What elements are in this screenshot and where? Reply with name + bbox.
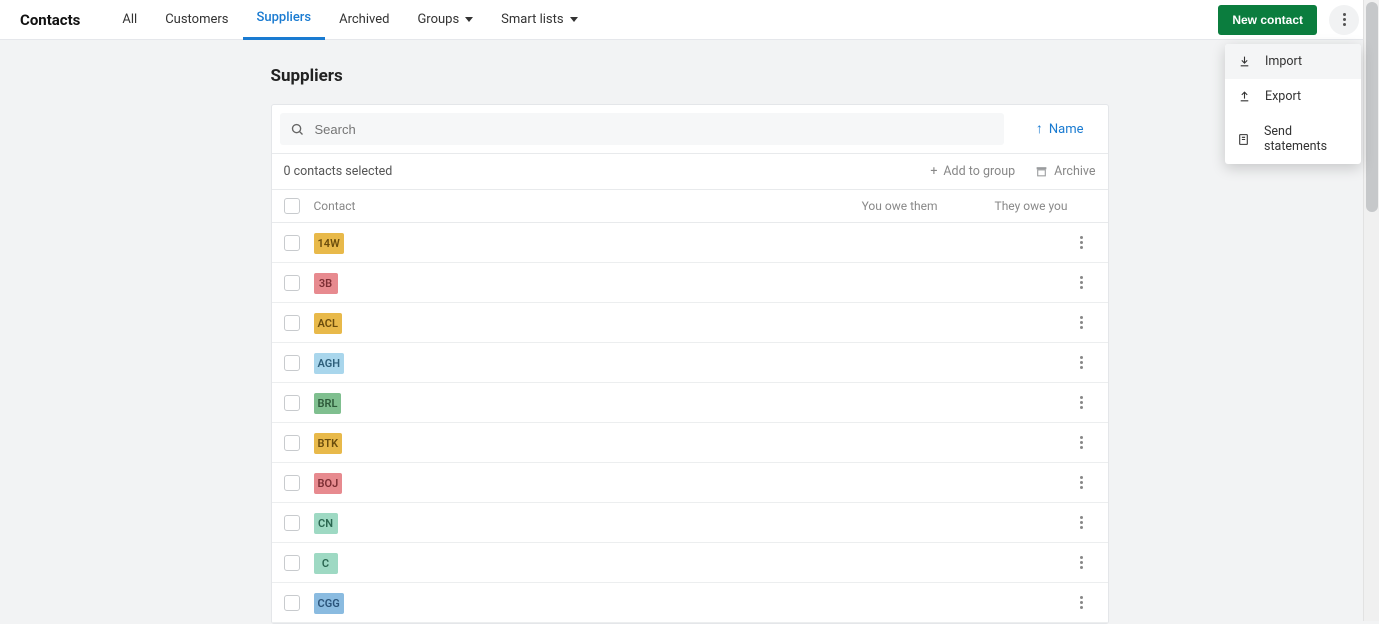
dropdown-item-send-statements[interactable]: Send statements (1225, 114, 1361, 164)
chevron-down-icon (570, 17, 578, 22)
more-vertical-icon (1343, 13, 1346, 26)
nav-tab-groups[interactable]: Groups (403, 0, 487, 40)
row-menu-button[interactable] (1068, 476, 1096, 489)
selection-count: 0 contacts selected (284, 164, 393, 179)
contact-badge: C (314, 553, 338, 574)
table-row[interactable]: 3B (272, 263, 1108, 303)
row-menu-button[interactable] (1068, 236, 1096, 249)
import-icon (1237, 55, 1251, 69)
archive-icon (1035, 165, 1048, 178)
row-menu-button[interactable] (1068, 516, 1096, 529)
contact-badge: CN (314, 513, 338, 534)
row-checkbox[interactable] (284, 595, 300, 611)
row-menu-button[interactable] (1068, 396, 1096, 409)
column-contact[interactable]: Contact (314, 199, 808, 213)
dropdown-item-label: Send statements (1264, 124, 1349, 154)
table-row[interactable]: BOJ (272, 463, 1108, 503)
column-they-owe[interactable]: They owe you (938, 199, 1068, 213)
top-nav: Contacts All Customers Suppliers Archived Gr… (0, 0, 1379, 40)
row-checkbox[interactable] (284, 555, 300, 571)
select-all-checkbox[interactable] (284, 198, 300, 214)
row-checkbox[interactable] (284, 395, 300, 411)
contact-badge: BTK (314, 433, 343, 454)
archive-button[interactable]: Archive (1035, 164, 1095, 179)
row-checkbox[interactable] (284, 355, 300, 371)
add-to-group-label: Add to group (943, 164, 1015, 179)
nav-title: Contacts (20, 11, 80, 29)
nav-right: New contact (1218, 5, 1359, 35)
nav-tab-customers[interactable]: Customers (151, 0, 242, 40)
contact-badge: CGG (314, 593, 344, 614)
dropdown-item-import[interactable]: Import (1225, 44, 1361, 79)
nav-tab-label: Customers (165, 0, 228, 40)
nav-tab-smart-lists[interactable]: Smart lists (487, 0, 591, 40)
selection-actions: + Add to group Archive (930, 164, 1095, 179)
overflow-dropdown: Import Export Send statements (1225, 44, 1361, 164)
table-row[interactable]: BRL (272, 383, 1108, 423)
export-icon (1237, 90, 1251, 104)
row-menu-button[interactable] (1068, 356, 1096, 369)
table-body: 14W 3B ACL AGH (272, 223, 1108, 623)
row-checkbox[interactable] (284, 475, 300, 491)
row-menu-button[interactable] (1068, 596, 1096, 609)
nav-tab-label: Smart lists (501, 0, 563, 40)
contact-badge: ACL (314, 313, 342, 334)
archive-label: Archive (1054, 164, 1095, 179)
nav-tab-label: All (122, 0, 137, 40)
contact-badge: BOJ (314, 473, 343, 494)
scrollbar-thumb[interactable] (1366, 2, 1378, 212)
page-title: Suppliers (271, 66, 1109, 86)
row-checkbox[interactable] (284, 235, 300, 251)
contact-badge: BRL (314, 393, 342, 414)
search-input[interactable] (305, 122, 994, 137)
dropdown-item-label: Import (1265, 54, 1302, 69)
search-box[interactable] (280, 113, 1004, 145)
column-you-owe[interactable]: You owe them (808, 199, 938, 213)
row-checkbox[interactable] (284, 515, 300, 531)
row-menu-button[interactable] (1068, 276, 1096, 289)
row-menu-button[interactable] (1068, 556, 1096, 569)
table-row[interactable]: BTK (272, 423, 1108, 463)
search-icon (290, 122, 305, 137)
nav-tab-archived[interactable]: Archived (325, 0, 403, 40)
contact-badge: 14W (314, 233, 344, 254)
table-row[interactable]: CGG (272, 583, 1108, 623)
search-sort-row: ↑ Name (272, 105, 1108, 154)
row-menu-button[interactable] (1068, 316, 1096, 329)
table-header: Contact You owe them They owe you (272, 190, 1108, 223)
scrollbar[interactable] (1363, 0, 1379, 621)
table-row[interactable]: CN (272, 503, 1108, 543)
table-row[interactable]: ACL (272, 303, 1108, 343)
table-row[interactable]: 14W (272, 223, 1108, 263)
nav-tabs: All Customers Suppliers Archived Groups Smart… (108, 0, 591, 40)
contact-badge: AGH (314, 353, 345, 374)
selection-bar: 0 contacts selected + Add to group Archi… (272, 154, 1108, 190)
sort-button[interactable]: ↑ Name (1012, 122, 1108, 137)
dropdown-item-export[interactable]: Export (1225, 79, 1361, 114)
contacts-card: ↑ Name 0 contacts selected + Add to grou… (271, 104, 1109, 624)
new-contact-button[interactable]: New contact (1218, 5, 1317, 35)
nav-tab-label: Groups (417, 0, 459, 40)
row-menu-button[interactable] (1068, 436, 1096, 449)
table-row[interactable]: C (272, 543, 1108, 583)
row-checkbox[interactable] (284, 275, 300, 291)
sort-label: Name (1049, 122, 1084, 137)
row-checkbox[interactable] (284, 435, 300, 451)
nav-tab-label: Archived (339, 0, 389, 40)
table-row[interactable]: AGH (272, 343, 1108, 383)
plus-icon: + (930, 164, 937, 179)
contact-badge: 3B (314, 273, 338, 294)
nav-tab-all[interactable]: All (108, 0, 151, 40)
sort-asc-icon: ↑ (1036, 122, 1043, 136)
add-to-group-button[interactable]: + Add to group (930, 164, 1015, 179)
row-checkbox[interactable] (284, 315, 300, 331)
statement-icon (1237, 132, 1250, 146)
nav-tab-label: Suppliers (257, 0, 312, 38)
overflow-menu-button[interactable] (1329, 5, 1359, 35)
chevron-down-icon (465, 17, 473, 22)
nav-tab-suppliers[interactable]: Suppliers (243, 0, 326, 40)
page-content: Suppliers ↑ Name 0 contacts selected + A… (271, 40, 1109, 624)
dropdown-item-label: Export (1265, 89, 1301, 104)
